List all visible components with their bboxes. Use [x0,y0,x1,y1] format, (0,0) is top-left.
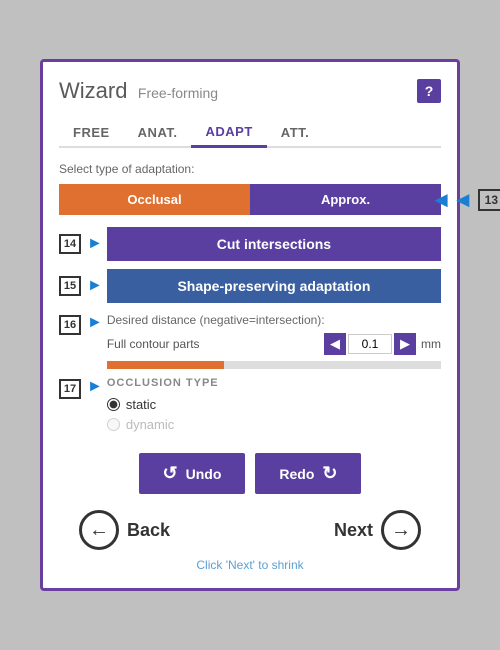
badge-14: 14 [59,234,81,254]
tab-adapt[interactable]: ADAPT [191,118,266,148]
arrow-right-14-icon: ► [87,235,103,253]
shape-preserving-row: 15 ► Shape-preserving adaptation [59,269,441,303]
undo-button[interactable]: ↺ Undo [139,453,246,494]
arrow-left-13-icon: ◄◄ [430,187,474,213]
radio-static[interactable] [107,398,120,411]
tab-free[interactable]: FREE [59,118,124,146]
occlusion-type-title: OCCLUSION TYPE [107,377,219,389]
desired-distance-row: 16 ► Desired distance (negative=intersec… [59,313,441,369]
tab-anat[interactable]: ANAT. [124,118,192,146]
radio-dynamic-label: dynamic [126,417,174,432]
badge-15: 15 [59,276,81,296]
back-button[interactable]: ← Back [79,510,170,550]
progress-fill [107,361,224,369]
distance-unit: mm [421,337,441,351]
click-hint: Click 'Next' to shrink [59,558,441,572]
adaptation-type-label: Select type of adaptation: [59,162,441,176]
badge-13-container: ◄◄ 13 [430,187,500,213]
wizard-panel: Wizard Free-forming ? FREE ANAT. ADAPT A… [40,59,460,591]
redo-button[interactable]: Redo ↻ [255,453,361,494]
badge-16: 16 [59,315,81,335]
next-button[interactable]: Next → [334,510,421,550]
nav-row: ← Back Next → [59,510,441,550]
progress-track [107,361,441,369]
shape-preserving-button[interactable]: Shape-preserving adaptation [107,269,441,303]
badge-13: 13 [478,189,500,211]
next-circle-icon: → [381,510,421,550]
full-contour-label: Full contour parts [107,337,324,351]
progress-bar-container [107,361,441,369]
distance-input-group: ◀ ▶ mm [324,333,441,355]
tabs-row: FREE ANAT. ADAPT ATT. [59,118,441,148]
approx-button[interactable]: Approx. [250,184,441,215]
cut-intersections-row: 14 ► Cut intersections [59,227,441,261]
arrow-right-15-icon: ► [87,277,103,295]
undo-icon: ↺ [163,463,178,484]
cut-intersections-button[interactable]: Cut intersections [107,227,441,261]
back-circle-icon: ← [79,510,119,550]
radio-dynamic[interactable] [107,418,120,431]
header-title: Wizard Free-forming [59,78,218,104]
radio-static-label: static [126,397,156,412]
badge-17: 17 [59,379,81,399]
radio-static-row: static [107,397,219,412]
header-row: Wizard Free-forming ? [59,78,441,104]
distance-input[interactable] [348,334,392,354]
help-button[interactable]: ? [417,79,441,103]
occlusion-type-row: 17 ► OCCLUSION TYPE static dynamic [59,377,441,437]
tab-att[interactable]: ATT. [267,118,323,146]
occlusion-type-section: OCCLUSION TYPE static dynamic [107,377,219,437]
distance-increase-button[interactable]: ▶ [394,333,416,355]
radio-dynamic-row: dynamic [107,417,219,432]
distance-decrease-button[interactable]: ◀ [324,333,346,355]
occlusal-button[interactable]: Occlusal [59,184,250,215]
redo-icon: ↻ [322,463,337,484]
desired-distance-label: Desired distance (negative=intersection)… [107,313,441,327]
undo-redo-row: ↺ Undo Redo ↻ [59,453,441,494]
arrow-right-17-icon: ► [87,378,103,396]
distance-controls-row: Full contour parts ◀ ▶ mm [107,333,441,355]
adaptation-buttons-row: Occlusal Approx. ◄◄ 13 [59,184,441,215]
arrow-right-16-icon: ► [87,314,103,332]
distance-section: Desired distance (negative=intersection)… [107,313,441,369]
